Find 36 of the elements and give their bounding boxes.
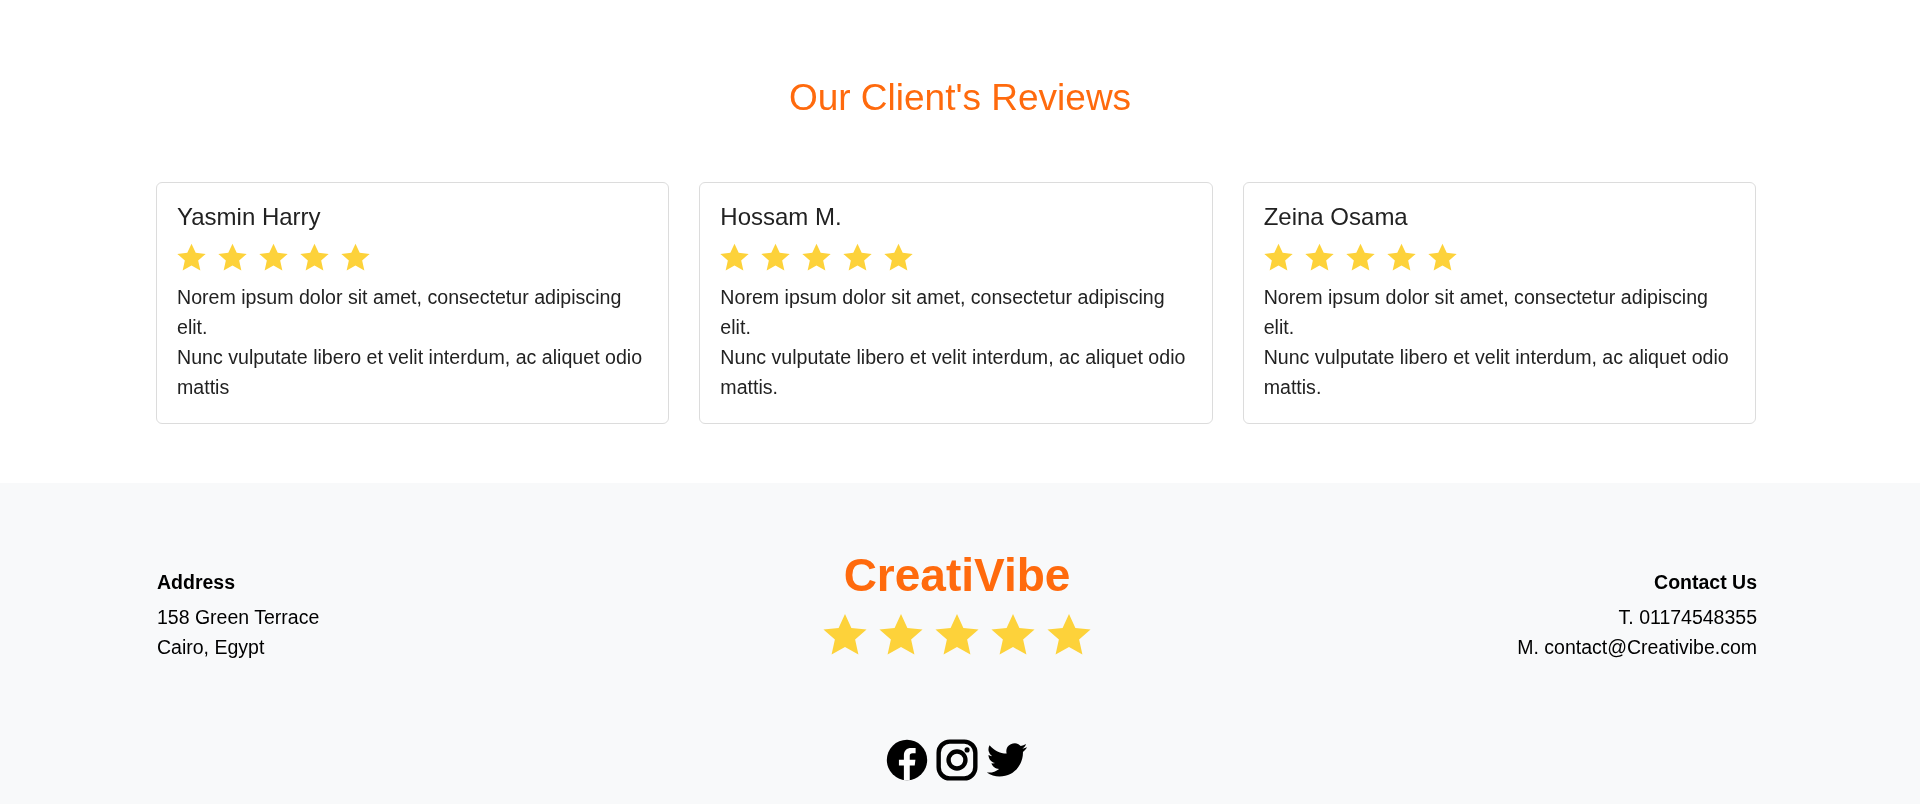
- instagram-icon[interactable]: [935, 737, 979, 782]
- star-icon: [879, 613, 923, 657]
- star-icon: [884, 243, 914, 272]
- address-line: Cairo, Egypt: [157, 635, 265, 660]
- contact-heading: Contact Us: [1654, 571, 1757, 594]
- reviewer-name: Hossam M.: [720, 203, 843, 231]
- star-icon: [761, 243, 791, 272]
- star-icon: [843, 243, 873, 272]
- star-icon: [935, 613, 979, 657]
- reviewer-name: Zeina Osama: [1263, 203, 1409, 231]
- star-icon: [1345, 243, 1375, 272]
- star-icon: [1427, 243, 1457, 272]
- star-icon: [218, 243, 247, 272]
- facebook-icon[interactable]: [885, 737, 929, 782]
- star-icon: [1263, 243, 1293, 272]
- star-icon: [720, 243, 750, 272]
- contact-line: T. 01174548355: [1618, 605, 1757, 630]
- star-icon: [823, 613, 867, 657]
- star-icon: [259, 243, 288, 272]
- reviewer-name: Yasmin Harry: [177, 203, 322, 231]
- address-line: 158 Green Terrace: [157, 605, 320, 630]
- contact-line: M. contact@Creativibe.com: [1517, 635, 1757, 660]
- star-icon: [1386, 243, 1416, 272]
- star-icon: [341, 243, 370, 272]
- star-icon: [300, 243, 329, 272]
- review-text: Norem ipsum dolor sit amet, consectetur adipiscing elit. Nunc vulputate libero et velit interdum, ac aliquet odio mattis: [177, 285, 644, 400]
- brand-logo: CreatiVibe: [843, 549, 1071, 601]
- review-text: Norem ipsum dolor sit amet, consectetur adipiscing elit. Nunc vulputate libero et velit interdum, ac aliquet odio mattis.: [1263, 285, 1730, 400]
- star-icon: [802, 243, 832, 272]
- review-text: Norem ipsum dolor sit amet, consectetur adipiscing elit. Nunc vulputate libero et velit interdum, ac aliquet odio mattis.: [720, 285, 1187, 400]
- section-title: Our Client's Reviews: [788, 76, 1132, 120]
- address-heading: Address: [157, 571, 236, 594]
- star-icon: [1304, 243, 1334, 272]
- star-icon: [1047, 613, 1091, 657]
- star-icon: [991, 613, 1035, 657]
- star-icon: [177, 243, 206, 272]
